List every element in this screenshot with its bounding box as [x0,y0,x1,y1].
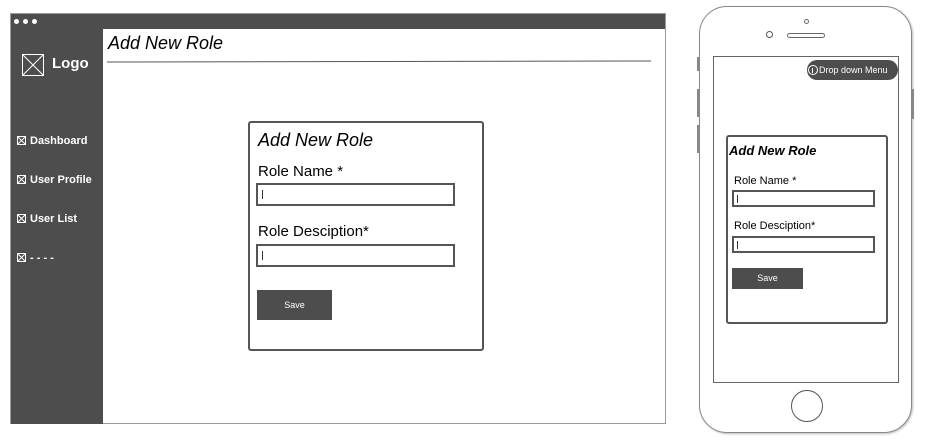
add-role-form-card: Add New Role Role Name * Role Desciption… [726,135,888,324]
text-caret [737,195,738,203]
camera-icon [766,31,773,38]
sidebar-item-dashboard[interactable]: Dashboard [17,135,87,147]
info-icon [808,65,818,75]
image-placeholder-icon [17,214,26,223]
sidebar-item-label: User Profile [30,174,92,186]
role-name-input[interactable] [732,190,875,207]
role-description-label: Role Desciption* [734,220,816,232]
logo-placeholder-icon [22,54,44,76]
page-title: Add New Role [108,33,224,53]
role-description-label: Role Desciption* [258,223,369,240]
phone-side-button [697,125,700,153]
sidebar-item-label: Dashboard [30,135,88,147]
image-placeholder-icon [17,253,26,262]
sidebar-item-label: - - - - [30,252,54,264]
front-camera-icon [804,19,809,24]
home-button[interactable] [791,390,823,422]
phone-side-button [697,89,700,117]
speaker-grille [787,33,825,38]
text-caret [737,241,738,249]
save-button[interactable]: Save [732,268,803,289]
image-placeholder-icon [17,175,26,184]
form-title: Add New Role [729,143,817,158]
role-name-label: Role Name * [734,175,797,187]
logo-text: Logo [52,55,89,72]
add-role-form-card: Add New Role Role Name * Role Desciption… [248,121,484,351]
window-control-dot[interactable] [23,19,28,24]
sidebar-item-user-list[interactable]: User List [17,213,77,225]
phone-side-button [697,57,700,71]
form-title: Add New Role [258,130,374,150]
sidebar: Logo Dashboard User Profile User List - … [11,29,103,424]
role-name-label: Role Name * [258,163,344,180]
dropdown-menu-button[interactable]: Drop down Menu [807,60,898,80]
phone-side-button [911,89,914,119]
text-caret [262,190,263,199]
dropdown-menu-label: Drop down Menu [819,65,888,75]
window-control-dot[interactable] [14,19,19,24]
desktop-browser-window: Logo Dashboard User Profile User List - … [10,13,666,424]
mobile-phone-frame: Drop down Menu Add New Role Role Name * … [697,6,914,433]
role-name-input[interactable] [256,183,455,206]
title-divider [106,60,652,63]
sidebar-item-label: User List [30,213,78,225]
text-caret [262,251,263,260]
image-placeholder-icon [17,136,26,145]
browser-title-bar [11,14,665,29]
sidebar-item-more[interactable]: - - - - [17,252,54,264]
role-description-input[interactable] [256,244,455,267]
phone-screen: Drop down Menu Add New Role Role Name * … [713,56,899,383]
sidebar-item-user-profile[interactable]: User Profile [17,174,92,186]
save-button[interactable]: Save [257,290,332,320]
window-control-dot[interactable] [32,19,37,24]
role-description-input[interactable] [732,236,875,253]
